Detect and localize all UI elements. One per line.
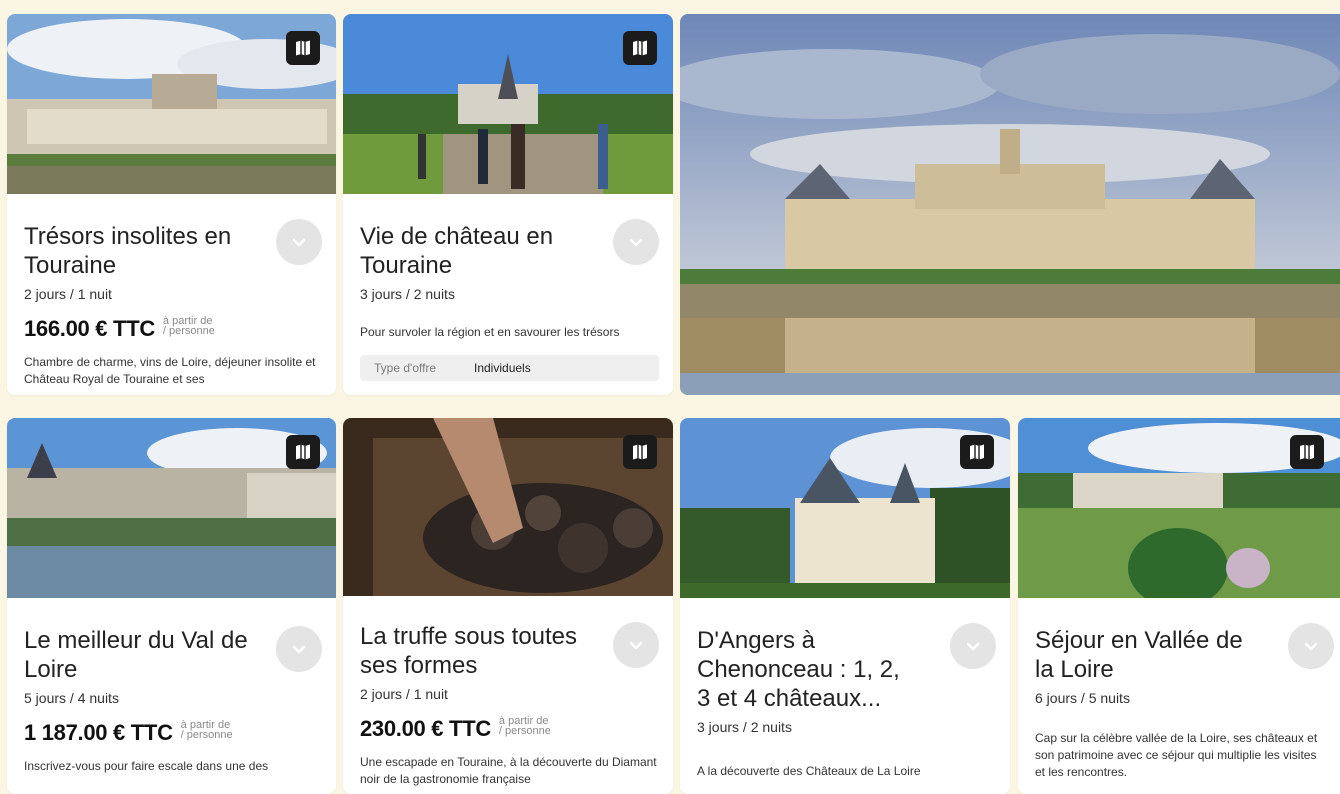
price-row: 230.00 € TTC à partir de / personne	[360, 716, 659, 742]
price-note-per: / personne	[162, 325, 215, 337]
offer-price: 166.00 € TTC	[24, 316, 155, 341]
offer-type-row: Type d'offre Individuels	[360, 355, 659, 381]
price-note: à partir de / personne	[162, 316, 215, 337]
offer-card[interactable]: Trésors insolites en Touraine 2 jours / …	[7, 14, 336, 395]
map-button[interactable]	[623, 31, 657, 65]
offer-duration: 3 jours / 2 nuits	[697, 719, 792, 735]
offer-duration: 3 jours / 2 nuits	[360, 286, 455, 302]
hero-photo	[680, 14, 1340, 395]
offer-duration: 2 jours / 1 nuit	[24, 286, 112, 302]
offer-card[interactable]: Séjour en Vallée de la Loire 6 jours / 5…	[1018, 418, 1340, 794]
offer-description: Une escapade en Touraine, à la découvert…	[360, 755, 657, 786]
map-button[interactable]	[1290, 435, 1324, 469]
map-button[interactable]	[960, 435, 994, 469]
offer-title[interactable]: Trésors insolites en Touraine	[24, 222, 249, 280]
folded-map-icon	[1297, 442, 1317, 462]
offer-description: Pour survoler la région et en savourer l…	[360, 325, 620, 339]
price-note: à partir de / personne	[498, 716, 551, 737]
map-button[interactable]	[623, 435, 657, 469]
offer-description: A la découverte des Châteaux de La Loire	[697, 764, 921, 778]
folded-map-icon	[967, 442, 987, 462]
folded-map-icon	[630, 442, 650, 462]
offer-description: Cap sur la célèbre vallée de la Loire, s…	[1035, 731, 1318, 779]
offer-card[interactable]: D'Angers à Chenonceau : 1, 2, 3 et 4 châ…	[680, 418, 1010, 794]
map-button[interactable]	[286, 31, 320, 65]
offer-description: Chambre de charme, vins de Loire, déjeun…	[24, 355, 316, 386]
price-row: 1 187.00 € TTC à partir de / personne	[24, 720, 322, 746]
offer-description: Inscrivez-vous pour faire escale dans un…	[24, 759, 269, 773]
price-note-per: / personne	[180, 729, 233, 741]
folded-map-icon	[293, 442, 313, 462]
offer-title[interactable]: D'Angers à Chenonceau : 1, 2, 3 et 4 châ…	[697, 626, 912, 713]
map-button[interactable]	[286, 435, 320, 469]
offer-price: 1 187.00 € TTC	[24, 720, 173, 745]
offer-title[interactable]: La truffe sous toutes ses formes	[360, 622, 585, 680]
price-note-per: / personne	[498, 725, 551, 737]
offer-type-value: Individuels	[474, 361, 531, 375]
price-row: 166.00 € TTC à partir de / personne	[24, 316, 322, 342]
offer-card[interactable]: Vie de château en Touraine 3 jours / 2 n…	[343, 14, 673, 395]
offer-title[interactable]: Vie de château en Touraine	[360, 222, 585, 280]
offer-title[interactable]: Séjour en Vallée de la Loire	[1035, 626, 1260, 684]
offer-card[interactable]: La truffe sous toutes ses formes 2 jours…	[343, 418, 673, 794]
folded-map-icon	[630, 38, 650, 58]
offer-duration: 2 jours / 1 nuit	[360, 686, 448, 702]
offer-price: 230.00 € TTC	[360, 716, 491, 741]
price-note: à partir de / personne	[180, 720, 233, 741]
folded-map-icon	[293, 38, 313, 58]
offer-duration: 5 jours / 4 nuits	[24, 690, 119, 706]
offer-duration: 6 jours / 5 nuits	[1035, 690, 1130, 706]
offer-card[interactable]: Le meilleur du Val de Loire 5 jours / 4 …	[7, 418, 336, 794]
offer-title[interactable]: Le meilleur du Val de Loire	[24, 626, 249, 684]
offer-type-label: Type d'offre	[374, 361, 437, 375]
